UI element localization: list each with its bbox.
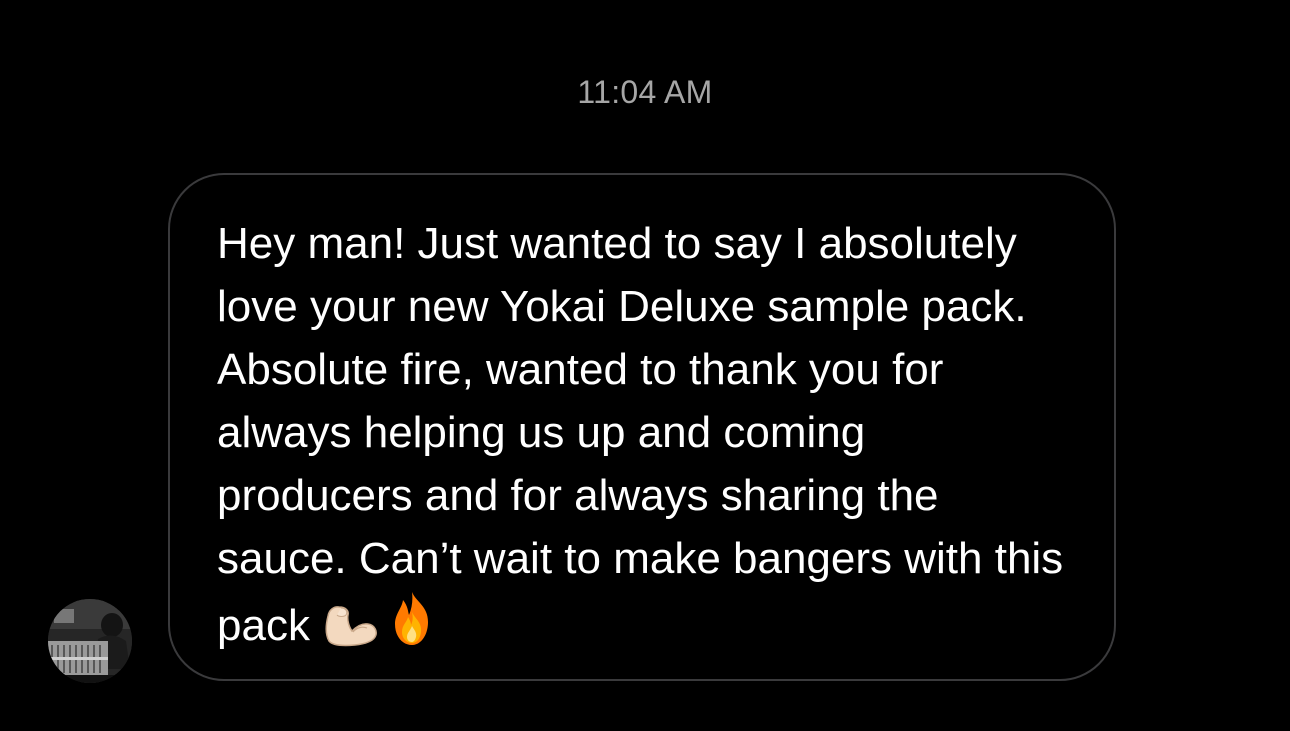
message-bubble[interactable]: Hey man! Just wanted to say I absolutely… — [168, 173, 1116, 681]
message-body: Hey man! Just wanted to say I absolutely… — [217, 212, 1067, 665]
sender-avatar[interactable] — [48, 599, 132, 683]
message-timestamp: 11:04 AM — [577, 74, 713, 110]
message-text: Hey man! Just wanted to say I absolutely… — [217, 219, 1064, 650]
fire-icon — [388, 590, 436, 665]
avatar-photo — [48, 599, 132, 683]
flexed-biceps-icon — [322, 602, 380, 665]
